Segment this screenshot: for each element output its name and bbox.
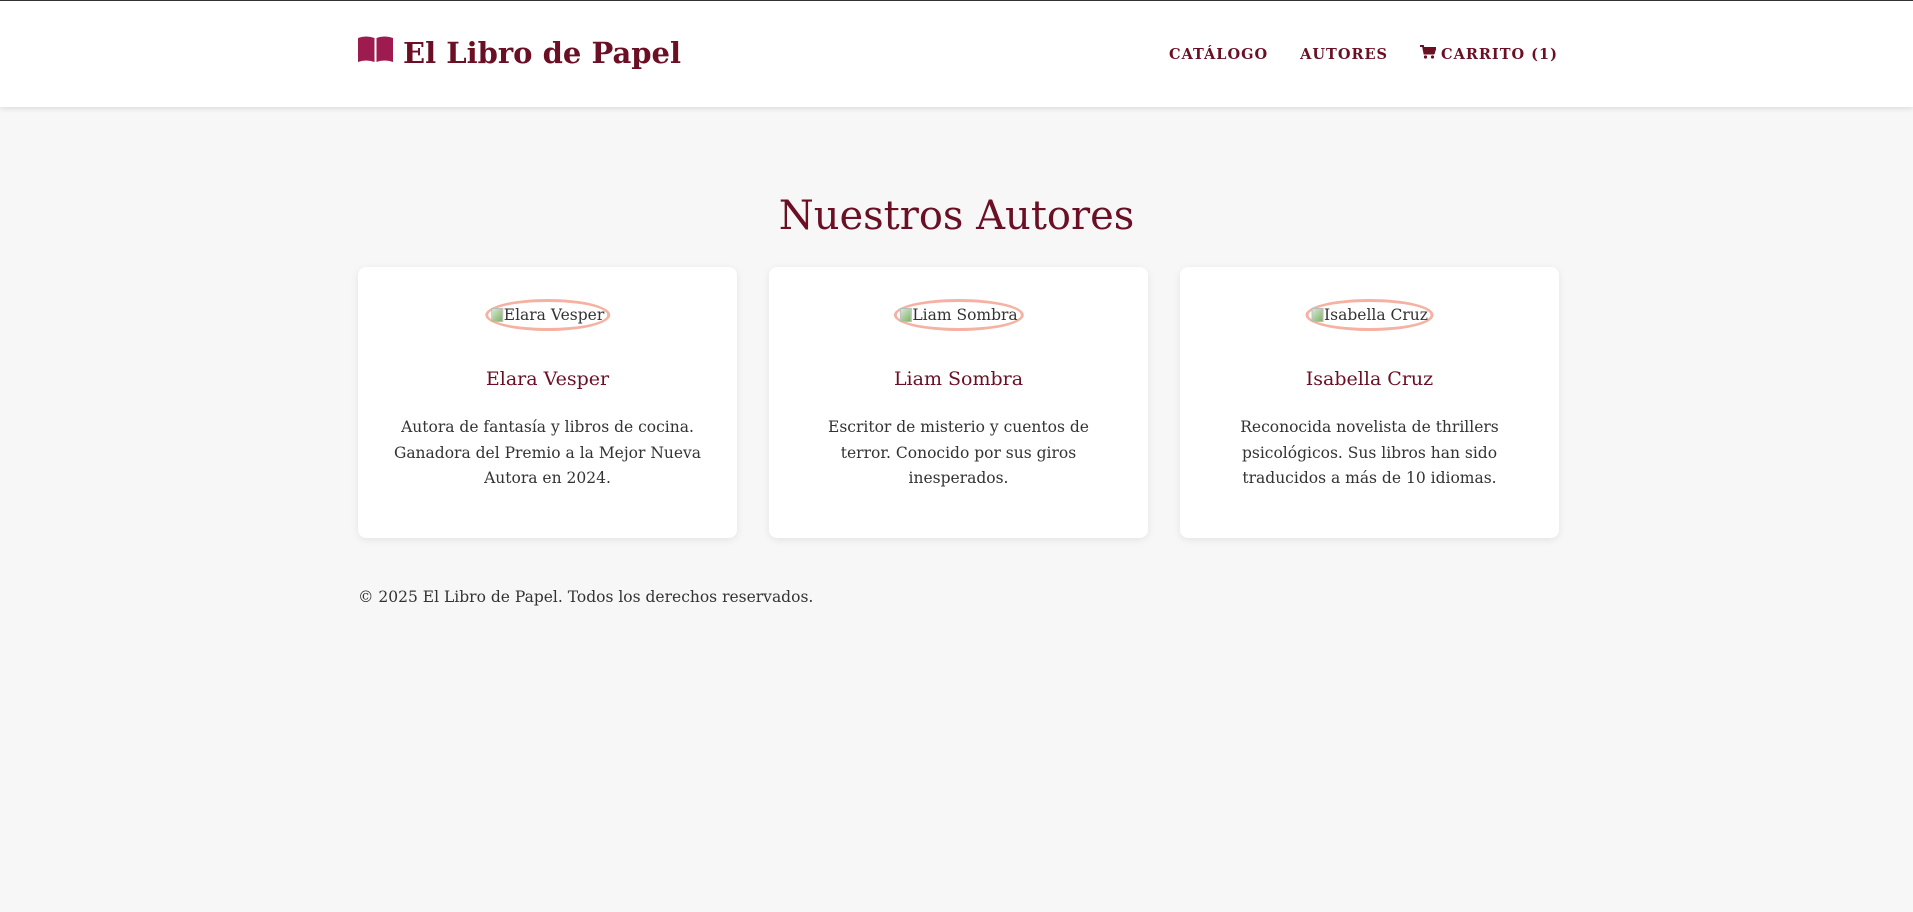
nav-carrito[interactable]: CARRITO (1) xyxy=(1420,45,1558,63)
authors-grid: Elara Vesper Elara Vesper Autora de fant… xyxy=(358,267,1559,538)
author-avatar: Elara Vesper xyxy=(484,299,611,331)
nav-autores[interactable]: AUTORES xyxy=(1300,46,1388,63)
author-card: Isabella Cruz Isabella Cruz Reconocida n… xyxy=(1180,267,1559,538)
broken-image-icon xyxy=(490,308,503,322)
site-logo-link[interactable]: El Libro de Papel xyxy=(357,35,681,70)
author-bio: Escritor de misterio y cuentos de terror… xyxy=(828,418,1089,487)
author-avatar-alt: Liam Sombra xyxy=(912,306,1018,324)
author-bio: Reconocida novelista de thrillers psicol… xyxy=(1240,418,1499,487)
page-title: Nuestros Autores xyxy=(778,193,1135,239)
author-avatar: Liam Sombra xyxy=(893,299,1024,331)
site-footer: © 2025 El Libro de Papel. Todos los dere… xyxy=(358,588,813,606)
author-bio: Autora de fantasía y libros de cocina. G… xyxy=(393,418,702,487)
author-avatar-alt: Elara Vesper xyxy=(503,306,605,324)
nav-autores-label: AUTORES xyxy=(1300,45,1389,63)
nav-carrito-label: CARRITO (1) xyxy=(1441,45,1558,63)
main-nav: CATÁLOGO AUTORES CARRITO (1) xyxy=(1137,45,1558,63)
author-avatar: Isabella Cruz xyxy=(1305,299,1434,331)
author-avatar-alt: Isabella Cruz xyxy=(1324,306,1428,324)
nav-catalogo-label: CATÁLOGO xyxy=(1169,45,1269,63)
author-name: Liam Sombra xyxy=(893,368,1024,390)
author-card: Liam Sombra Liam Sombra Escritor de mist… xyxy=(769,267,1148,538)
logo-text: El Libro de Papel xyxy=(403,35,682,70)
book-open-icon xyxy=(357,35,403,70)
footer-copyright: © 2025 El Libro de Papel. Todos los dere… xyxy=(358,588,814,606)
author-card: Elara Vesper Elara Vesper Autora de fant… xyxy=(358,267,737,538)
nav-catalogo[interactable]: CATÁLOGO xyxy=(1169,46,1268,63)
author-name: Isabella Cruz xyxy=(1305,368,1434,390)
cart-icon xyxy=(1420,45,1441,63)
site-header: El Libro de Papel CATÁLOGO AUTORES CARRI… xyxy=(0,1,1913,107)
broken-image-icon xyxy=(1311,308,1324,322)
broken-image-icon xyxy=(899,308,912,322)
author-name: Elara Vesper xyxy=(485,368,610,390)
